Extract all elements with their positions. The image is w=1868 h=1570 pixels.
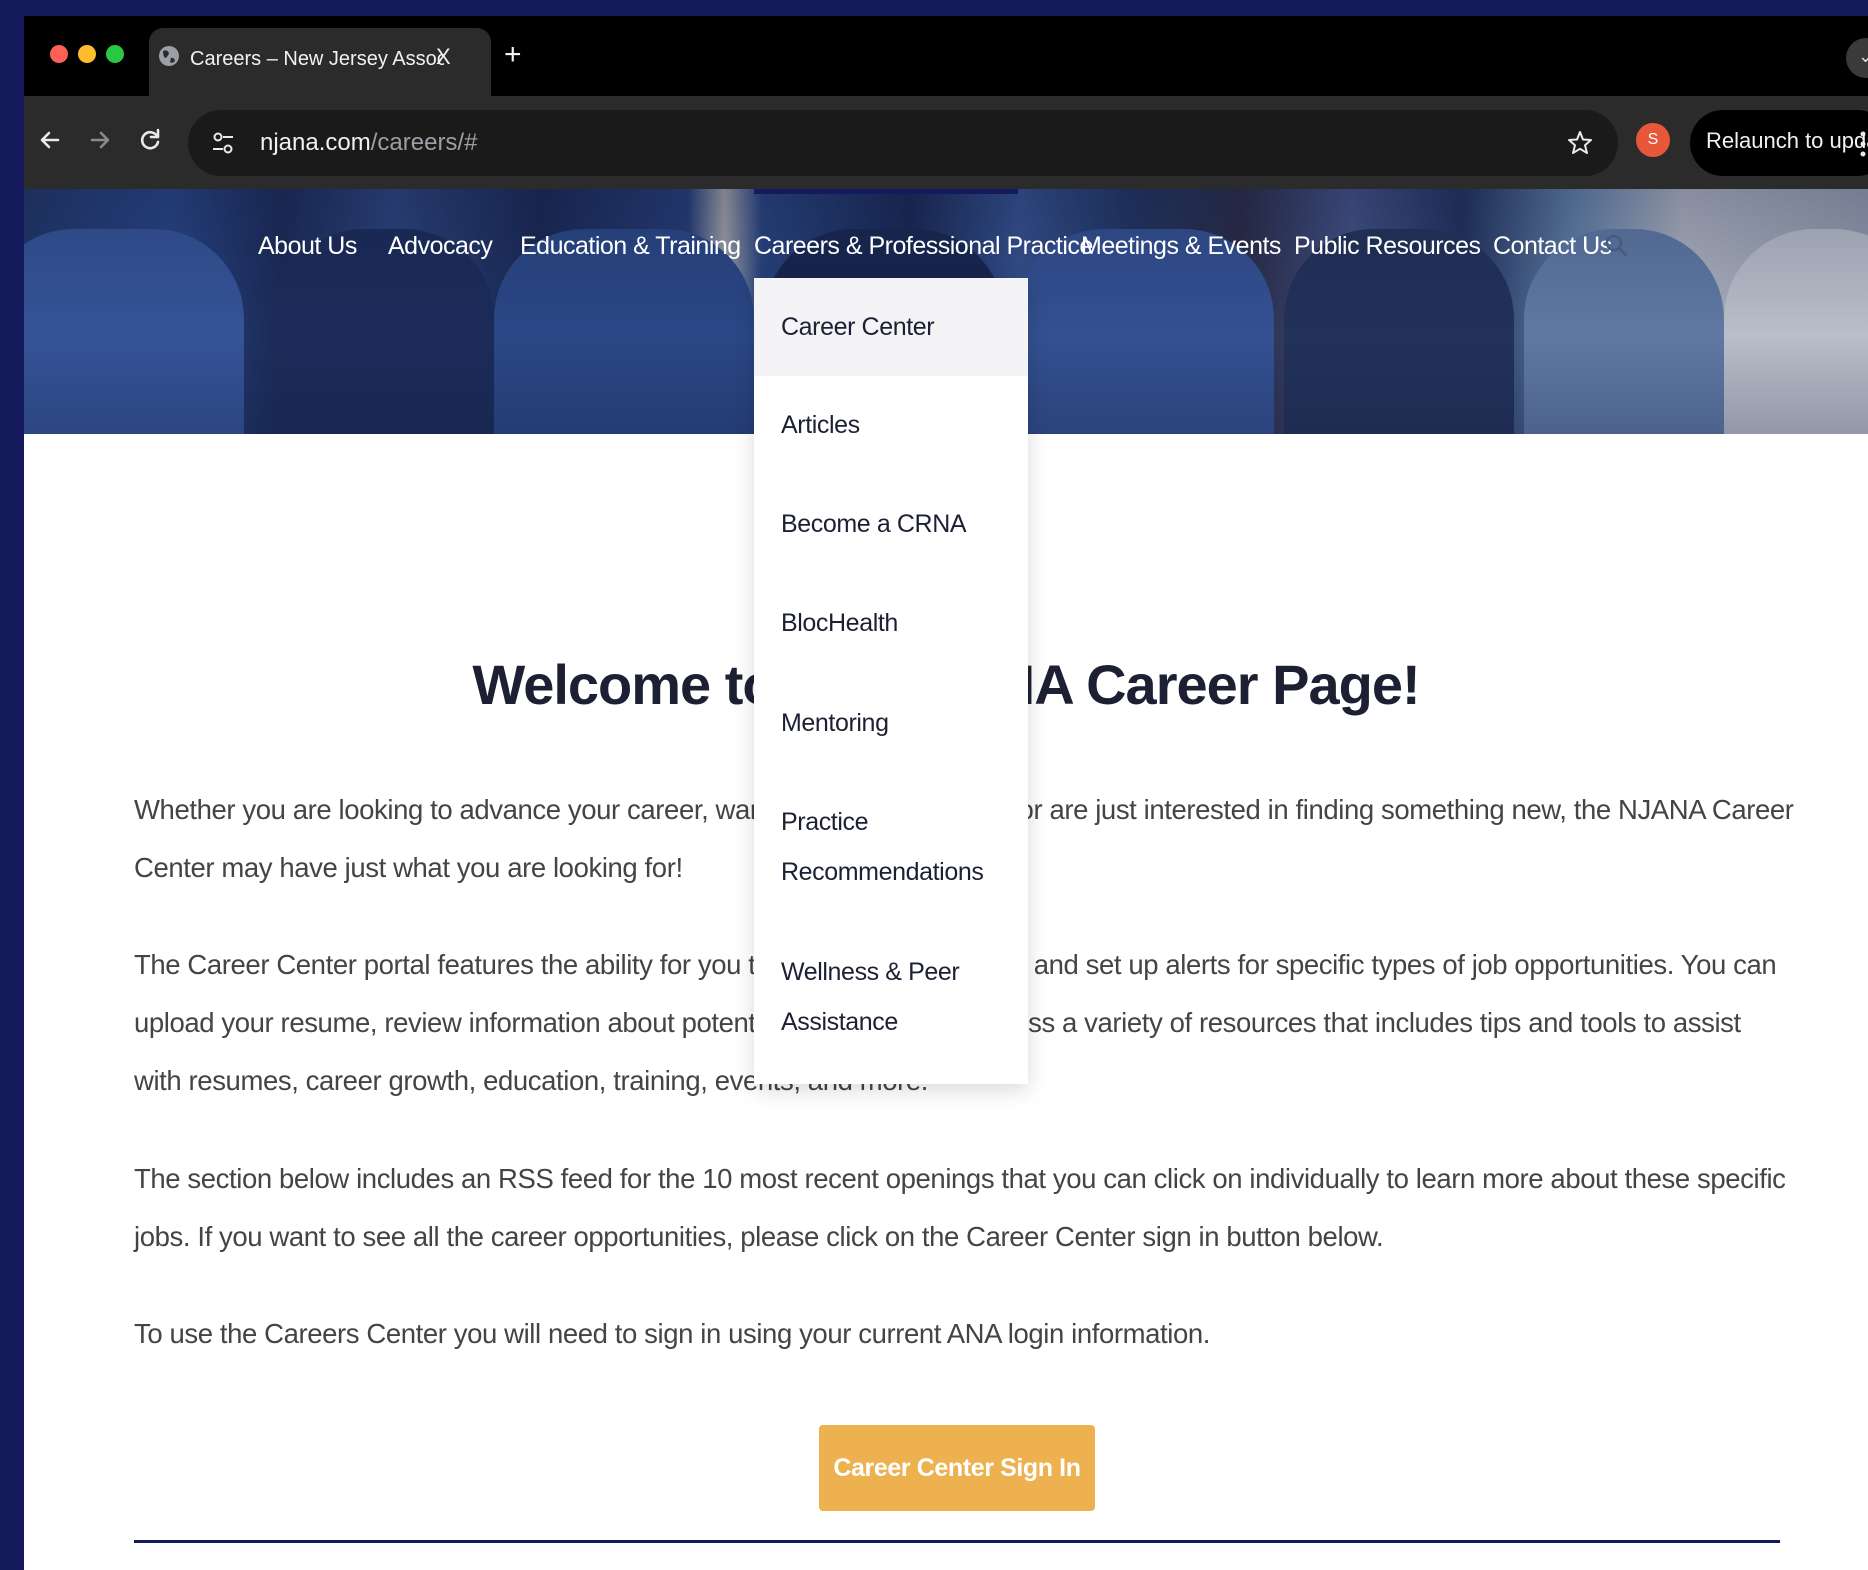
tab-close-icon[interactable]: X (436, 44, 451, 70)
nav-careers-professional-practice[interactable]: Careers & Professional Practice (754, 231, 1093, 261)
signin-info-paragraph: To use the Careers Center you will need … (134, 1318, 1211, 1349)
dropdown-item-become-a-crna[interactable]: Become a CRNA (754, 499, 1028, 549)
careers-dropdown-menu: Career Center Articles Become a CRNA Blo… (754, 278, 1028, 1084)
search-icon[interactable] (1604, 233, 1628, 257)
tune-icon[interactable] (210, 130, 236, 156)
nav-active-indicator (754, 189, 1018, 194)
forward-arrow-icon[interactable] (86, 126, 114, 154)
nav-meetings-events[interactable]: Meetings & Events (1081, 231, 1281, 261)
main-navigation: About Us Advocacy Education & Training C… (24, 189, 1868, 269)
globe-icon (159, 46, 179, 66)
more-menu-icon[interactable] (1860, 130, 1866, 158)
dropdown-item-practice-recommendations[interactable]: Practice Recommendations (754, 797, 984, 897)
address-bar[interactable]: njana.com/careers/# (188, 110, 1618, 176)
nav-about-us[interactable]: About Us (258, 231, 357, 261)
browser-toolbar: njana.com/careers/# S Relaunch to update (24, 96, 1868, 189)
nav-public-resources[interactable]: Public Resources (1294, 231, 1481, 261)
reload-icon[interactable] (136, 126, 164, 154)
close-window-button[interactable] (50, 45, 68, 63)
section-divider (134, 1540, 1780, 1543)
dropdown-item-wellness-peer-assistance[interactable]: Wellness & Peer Assistance (754, 947, 984, 1047)
dropdown-item-mentoring[interactable]: Mentoring (754, 698, 1028, 748)
career-center-sign-in-button[interactable]: Career Center Sign In (819, 1425, 1095, 1511)
profile-avatar[interactable]: S (1636, 123, 1670, 157)
dropdown-item-articles[interactable]: Articles (754, 400, 1028, 450)
star-icon[interactable] (1566, 129, 1594, 157)
dropdown-item-blochealth[interactable]: BlocHealth (754, 598, 1028, 648)
nav-advocacy[interactable]: Advocacy (388, 231, 493, 261)
tab-strip: Careers – New Jersey Association of Nurs… (24, 16, 1868, 96)
rss-paragraph: The section below includes an RSS feed f… (134, 1163, 1786, 1252)
url-path: /careers/# (370, 129, 478, 156)
tab-title: Careers – New Jersey Association of Nurs… (190, 48, 444, 70)
nav-education-training[interactable]: Education & Training (520, 231, 741, 261)
url-host: njana.com (260, 129, 371, 156)
back-arrow-icon[interactable] (36, 126, 64, 154)
url-text[interactable]: njana.com/careers/# (260, 128, 477, 158)
browser-window: Careers – New Jersey Association of Nurs… (24, 16, 1868, 1570)
nav-contact-us[interactable]: Contact Us (1493, 231, 1612, 261)
maximize-window-button[interactable] (106, 45, 124, 63)
new-tab-button[interactable]: + (504, 38, 522, 72)
relaunch-update-button[interactable]: Relaunch to update (1690, 110, 1868, 176)
dropdown-item-career-center[interactable]: Career Center (754, 278, 1028, 376)
minimize-window-button[interactable] (78, 45, 96, 63)
tab-search-chevron-icon[interactable]: ⌄ (1846, 38, 1868, 78)
